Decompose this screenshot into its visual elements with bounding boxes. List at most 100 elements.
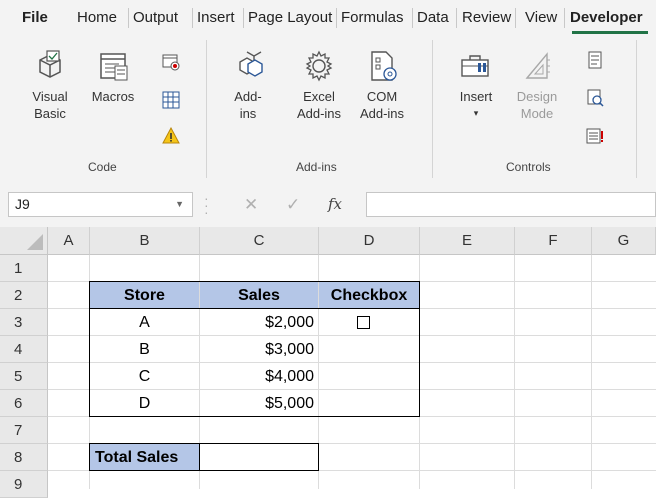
table-cell-store[interactable]: C [90, 363, 199, 390]
insert-function-button[interactable]: fx [328, 192, 342, 217]
row-header-3[interactable]: 3 [0, 309, 48, 336]
com-add-ins-button[interactable]: COM Add-ins [352, 48, 412, 122]
name-box-value: J9 [15, 196, 30, 212]
tab-file[interactable]: File [22, 0, 48, 36]
select-all-button[interactable] [0, 227, 48, 255]
tab-view[interactable]: View [525, 0, 557, 36]
row-header-8[interactable]: 8 [0, 444, 48, 471]
row-header-6[interactable]: 6 [0, 390, 48, 417]
total-border [89, 470, 319, 471]
table-cell-sales[interactable]: $4,000 [200, 363, 318, 390]
tab-review[interactable]: Review [462, 0, 511, 36]
row-header-4[interactable]: 4 [0, 336, 48, 363]
table-cell-store[interactable]: D [90, 390, 199, 417]
visual-basic-label-line1: Visual [32, 89, 68, 104]
macros-icon [100, 53, 128, 81]
visual-basic-label-line2: Basic [34, 106, 66, 121]
com-add-ins-icon [371, 51, 397, 81]
ribbon: Visual Basic Macros Code Add- ins Excel … [0, 36, 656, 184]
tab-output[interactable]: Output [133, 0, 178, 36]
total-border [89, 443, 319, 444]
run-dialog-icon[interactable] [586, 127, 604, 145]
column-header-e[interactable]: E [420, 227, 515, 255]
column-header-a[interactable]: A [48, 227, 90, 255]
group-separator [636, 40, 637, 178]
com-add-ins-label-line2: Add-ins [359, 106, 405, 121]
design-mode-button[interactable]: Design Mode [512, 48, 562, 122]
total-sales-value[interactable] [200, 444, 318, 471]
tab-separator [456, 8, 457, 28]
table-header-sales[interactable]: Sales [200, 282, 318, 309]
macros-label: Macros [91, 89, 135, 104]
chevron-down-icon[interactable]: ▼ [175, 193, 184, 216]
tab-data[interactable]: Data [417, 0, 449, 36]
view-code-icon[interactable] [586, 89, 604, 107]
total-sales-label[interactable]: Total Sales [90, 444, 199, 471]
column-header-g[interactable]: G [592, 227, 656, 255]
table-cell-store[interactable]: B [90, 336, 199, 363]
insert-control-label: Insert [459, 89, 493, 104]
formula-bar-grip[interactable]: · · · [204, 191, 209, 219]
formula-input[interactable] [366, 192, 656, 217]
worksheet-grid[interactable]: A B C D E F G 1 2 3 4 5 6 7 8 9 Store Sa… [0, 227, 656, 498]
total-border [318, 443, 319, 471]
excel-add-ins-button[interactable]: Excel Add-ins [288, 48, 350, 122]
table-header-store[interactable]: Store [90, 282, 199, 309]
table-header-checkbox[interactable]: Checkbox [319, 282, 419, 309]
macros-button[interactable]: Macros [88, 48, 138, 105]
table-cell-sales[interactable]: $3,000 [200, 336, 318, 363]
form-checkbox[interactable] [357, 316, 370, 329]
tab-separator [243, 8, 244, 28]
table-border [89, 281, 90, 417]
visual-basic-button[interactable]: Visual Basic [22, 48, 78, 122]
design-mode-ruler-icon [525, 52, 550, 79]
group-label-controls: Controls [506, 160, 551, 174]
group-label-code: Code [88, 160, 117, 174]
record-macro-icon[interactable] [162, 53, 180, 71]
name-box[interactable]: J9 ▼ [8, 192, 193, 217]
add-ins-button[interactable]: Add- ins [226, 48, 270, 122]
column-header-f[interactable]: F [515, 227, 592, 255]
gear-icon [305, 50, 333, 82]
group-separator [206, 40, 207, 178]
table-cell-store[interactable]: A [90, 309, 199, 336]
formula-bar: J9 ▼ · · · ✕ ✓ fx [0, 183, 656, 227]
design-mode-label-line1: Design [516, 89, 558, 104]
tab-separator [412, 8, 413, 28]
total-border [89, 443, 90, 471]
row-header-9[interactable]: 9 [0, 471, 48, 498]
cancel-formula-button[interactable]: ✕ [244, 192, 258, 217]
visual-basic-icon [39, 50, 61, 78]
design-mode-label-line2: Mode [520, 106, 554, 121]
insert-control-button[interactable]: Insert ▾ [452, 48, 500, 122]
macro-security-warning-icon[interactable] [162, 127, 180, 145]
properties-icon[interactable] [586, 51, 604, 69]
ribbon-tab-bar: File Home Output Insert Page Layout Form… [0, 0, 656, 36]
table-cell-sales[interactable]: $2,000 [200, 309, 318, 336]
add-ins-hexagon-icon [239, 51, 263, 77]
tab-home[interactable]: Home [77, 0, 117, 36]
column-header-b[interactable]: B [90, 227, 200, 255]
enter-formula-button[interactable]: ✓ [286, 192, 300, 217]
add-ins-label-line2: ins [239, 106, 257, 121]
row-header-5[interactable]: 5 [0, 363, 48, 390]
table-cell-sales[interactable]: $5,000 [200, 390, 318, 417]
group-separator [432, 40, 433, 178]
tab-insert[interactable]: Insert [197, 0, 235, 36]
tab-separator [336, 8, 337, 28]
table-border [419, 281, 420, 417]
row-header-7[interactable]: 7 [0, 417, 48, 444]
group-label-add-ins: Add-ins [296, 160, 337, 174]
row-header-1[interactable]: 1 [0, 255, 48, 282]
tab-separator [515, 8, 516, 28]
row-header-2[interactable]: 2 [0, 282, 48, 309]
gridline [591, 255, 592, 489]
column-header-c[interactable]: C [200, 227, 319, 255]
excel-add-ins-label-line1: Excel [303, 89, 335, 104]
tab-separator [128, 8, 129, 28]
column-header-d[interactable]: D [319, 227, 420, 255]
tab-formulas[interactable]: Formulas [341, 0, 404, 36]
tab-page-layout[interactable]: Page Layout [248, 0, 336, 36]
active-tab-indicator [572, 31, 648, 34]
relative-references-icon[interactable] [162, 91, 180, 109]
